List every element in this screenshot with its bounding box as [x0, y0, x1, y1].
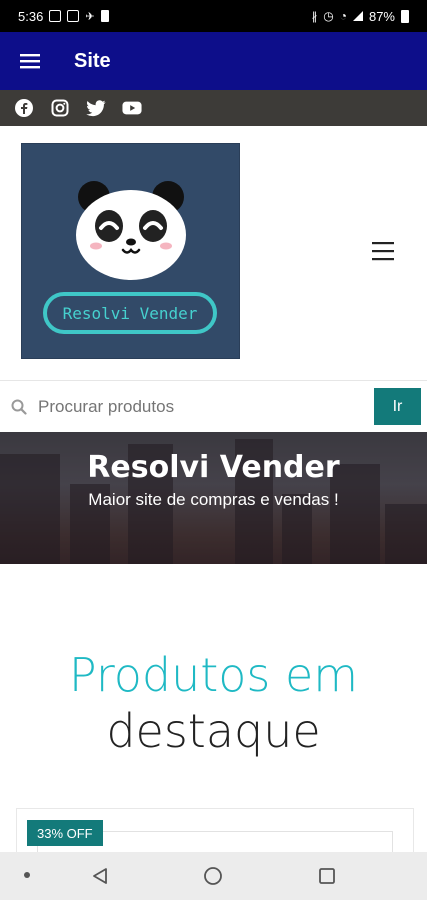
message-icon — [67, 10, 80, 22]
hero-banner: Resolvi Vender Maior site de compras e v… — [0, 432, 427, 564]
status-time: 5:36 — [18, 8, 44, 24]
back-icon[interactable] — [88, 864, 112, 888]
notification-icon — [49, 10, 62, 22]
status-left: 5:36 ✈ — [18, 9, 109, 24]
status-bar: 5:36 ✈ ∦ ◷ ◔ 87% — [0, 0, 427, 32]
youtube-icon[interactable] — [122, 98, 142, 118]
menu-icon[interactable] — [0, 32, 60, 90]
battery-saver-icon — [100, 10, 109, 22]
featured-title-line2: destaque — [106, 704, 321, 758]
hero-title: Resolvi Vender — [87, 450, 340, 485]
home-icon[interactable] — [201, 864, 225, 888]
instagram-icon[interactable] — [50, 98, 70, 118]
wifi-icon: ◔ — [339, 9, 347, 23]
alarm-icon: ◷ — [323, 9, 334, 23]
social-bar — [0, 90, 427, 126]
vibrate-icon: ∦ — [311, 10, 318, 23]
status-right: ∦ ◷ ◔ 87% — [312, 9, 409, 24]
search-icon — [0, 381, 38, 433]
search-input[interactable] — [38, 386, 358, 427]
system-nav-bar — [0, 852, 427, 900]
discount-badge: 33% OFF — [27, 820, 103, 846]
app-icon: ✈ — [85, 10, 95, 23]
featured-title-line1: Produtos em — [68, 648, 359, 702]
app-title: Site — [74, 49, 111, 72]
header-area: Resolvi Vender — [0, 126, 427, 376]
logo-label: Resolvi Vender — [43, 292, 217, 334]
signal-icon — [352, 11, 363, 21]
site-logo[interactable]: Resolvi Vender — [21, 143, 240, 359]
hero-subtitle: Maior site de compras e vendas ! — [88, 490, 339, 509]
nav-dot-icon — [24, 872, 30, 878]
secondary-menu-icon[interactable] — [372, 240, 398, 262]
facebook-icon[interactable] — [14, 98, 34, 118]
app-bar: Site — [0, 32, 427, 90]
search-bar: Ir — [0, 380, 427, 432]
panda-icon — [76, 181, 186, 280]
search-button[interactable]: Ir — [374, 388, 421, 425]
twitter-icon[interactable] — [86, 98, 106, 118]
recents-icon[interactable] — [315, 864, 339, 888]
battery-icon — [401, 9, 409, 23]
battery-percent: 87% — [368, 8, 395, 24]
